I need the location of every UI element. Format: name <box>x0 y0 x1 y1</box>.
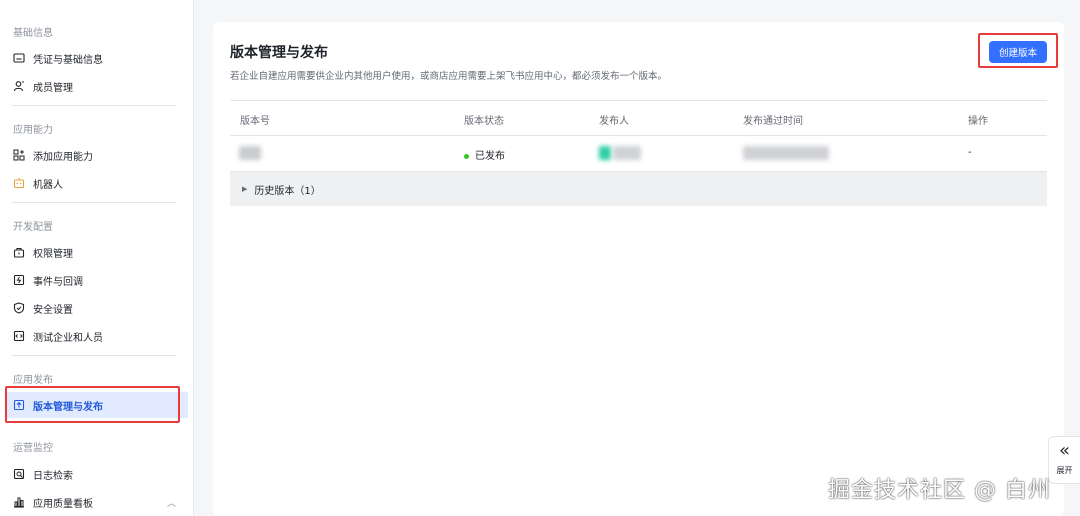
column-header-action: 操作 <box>968 116 988 127</box>
highlight-box <box>978 33 1058 68</box>
event-icon <box>13 274 25 286</box>
table-row[interactable]: 已发布 - <box>230 136 1047 172</box>
column-header-publish-time: 发布通过时间 <box>743 116 803 127</box>
divider <box>12 202 176 203</box>
add-capability-icon <box>13 149 25 161</box>
sidebar-item-label: 安全设置 <box>33 304 73 316</box>
sidebar-item-label: 测试企业和人员 <box>33 332 103 344</box>
sidebar-item-label: 日志检索 <box>33 470 73 482</box>
publisher-avatar-redacted <box>599 146 611 160</box>
publisher-name-redacted <box>613 146 641 160</box>
sidebar-item-members[interactable]: 成员管理 <box>6 73 188 99</box>
version-table: 版本号 版本状态 发布人 发布通过时间 操作 已发布 - ▶ 历史版本（1） <box>230 100 1047 206</box>
version-status: 已发布 <box>464 147 505 162</box>
column-header-status: 版本状态 <box>464 116 504 127</box>
highlight-box <box>5 386 180 423</box>
sidebar-item-add-capability[interactable]: 添加应用能力 <box>6 142 188 168</box>
page-description: 若企业自建应用需要供企业内其他用户使用，或商店应用需要上架飞书应用中心，都必须发… <box>230 71 668 82</box>
double-chevron-left-icon: « <box>1058 440 1070 461</box>
section-title-capability: 应用能力 <box>13 125 53 136</box>
section-title-basic: 基础信息 <box>13 28 53 39</box>
version-number-redacted <box>239 146 261 160</box>
row-action: - <box>968 147 972 158</box>
section-title-release: 应用发布 <box>13 375 53 386</box>
sidebar: 基础信息 凭证与基础信息 成员管理 应用能力 添加应用能力 机器人 开发配置 权… <box>0 0 194 516</box>
sidebar-item-quality-board[interactable]: 应用质量看板 ︿ <box>6 489 188 515</box>
sidebar-item-credentials[interactable]: 凭证与基础信息 <box>6 45 188 71</box>
expand-panel-button[interactable]: « 展开 <box>1048 436 1080 484</box>
code-icon <box>13 330 25 342</box>
publish-time-redacted <box>743 146 829 160</box>
robot-icon <box>13 177 25 189</box>
status-dot <box>464 153 469 159</box>
sidebar-item-label: 机器人 <box>33 179 63 191</box>
shield-icon <box>13 302 25 314</box>
divider <box>12 355 176 356</box>
column-header-publisher: 发布人 <box>599 116 629 127</box>
sidebar-item-robot[interactable]: 机器人 <box>6 170 188 196</box>
history-versions-toggle[interactable]: ▶ 历史版本（1） <box>230 172 1047 206</box>
section-title-monitoring: 运营监控 <box>13 443 53 454</box>
sidebar-item-security[interactable]: 安全设置 <box>6 295 188 321</box>
page-title: 版本管理与发布 <box>230 45 328 61</box>
sidebar-item-label: 权限管理 <box>33 248 73 260</box>
divider <box>12 105 176 106</box>
watermark: 掘金技术社区 @ 白州 <box>828 478 1051 503</box>
caret-right-icon: ▶ <box>242 185 248 193</box>
sidebar-item-label: 凭证与基础信息 <box>33 54 103 66</box>
column-header-version: 版本号 <box>240 116 270 127</box>
sidebar-item-permissions[interactable]: 权限管理 <box>6 239 188 265</box>
sidebar-item-test-enterprise[interactable]: 测试企业和人员 <box>6 323 188 349</box>
sidebar-item-label: 应用质量看板 <box>33 498 93 510</box>
sidebar-item-label: 添加应用能力 <box>33 151 93 163</box>
sidebar-item-label: 事件与回调 <box>33 276 83 288</box>
sidebar-item-log-search[interactable]: 日志检索 <box>6 461 188 487</box>
sidebar-item-events[interactable]: 事件与回调 <box>6 267 188 293</box>
sidebar-item-label: 成员管理 <box>33 82 73 94</box>
permission-icon <box>13 246 25 258</box>
expand-label: 展开 <box>1056 466 1073 475</box>
main-card: 版本管理与发布 若企业自建应用需要供企业内其他用户使用，或商店应用需要上架飞书应… <box>213 22 1064 516</box>
table-header: 版本号 版本状态 发布人 发布通过时间 操作 <box>230 100 1047 136</box>
log-search-icon <box>13 468 25 480</box>
section-title-dev-config: 开发配置 <box>13 222 53 233</box>
member-icon <box>13 80 25 92</box>
chart-icon <box>13 496 25 508</box>
credential-icon <box>13 52 25 64</box>
history-label: 历史版本（1） <box>254 185 321 197</box>
status-label: 已发布 <box>475 151 505 162</box>
chevron-up-icon[interactable]: ︿ <box>167 496 176 509</box>
